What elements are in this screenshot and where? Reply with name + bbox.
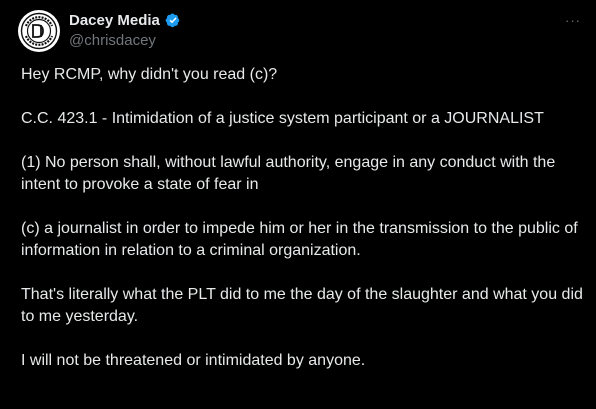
tweet-text: Hey RCMP, why didn't you read (c)? C.C. … [21,64,589,372]
author-handle[interactable]: @chrisdacey [69,32,156,49]
avatar[interactable] [18,10,60,52]
tweet-paragraph: I will not be threatened or intimidated … [21,352,366,369]
tweet-paragraph: Hey RCMP, why didn't you read (c)? [21,66,278,83]
more-options-button[interactable]: ··· [560,10,586,30]
tweet-card: Dacey Media @chrisdacey ··· Hey RCMP, wh… [0,0,596,409]
author-name-row: Dacey Media [69,10,182,30]
verified-badge-icon [164,11,182,29]
dacey-media-logo-icon [19,11,59,51]
author-display-name[interactable]: Dacey Media [69,12,160,29]
tweet-paragraph: That's literally what the PLT did to me … [21,286,583,325]
tweet-paragraph: (1) No person shall, without lawful auth… [21,154,556,193]
tweet-paragraph: (c) a journalist in order to impede him … [21,220,578,259]
tweet-paragraph: C.C. 423.1 - Intimidation of a justice s… [21,110,544,127]
